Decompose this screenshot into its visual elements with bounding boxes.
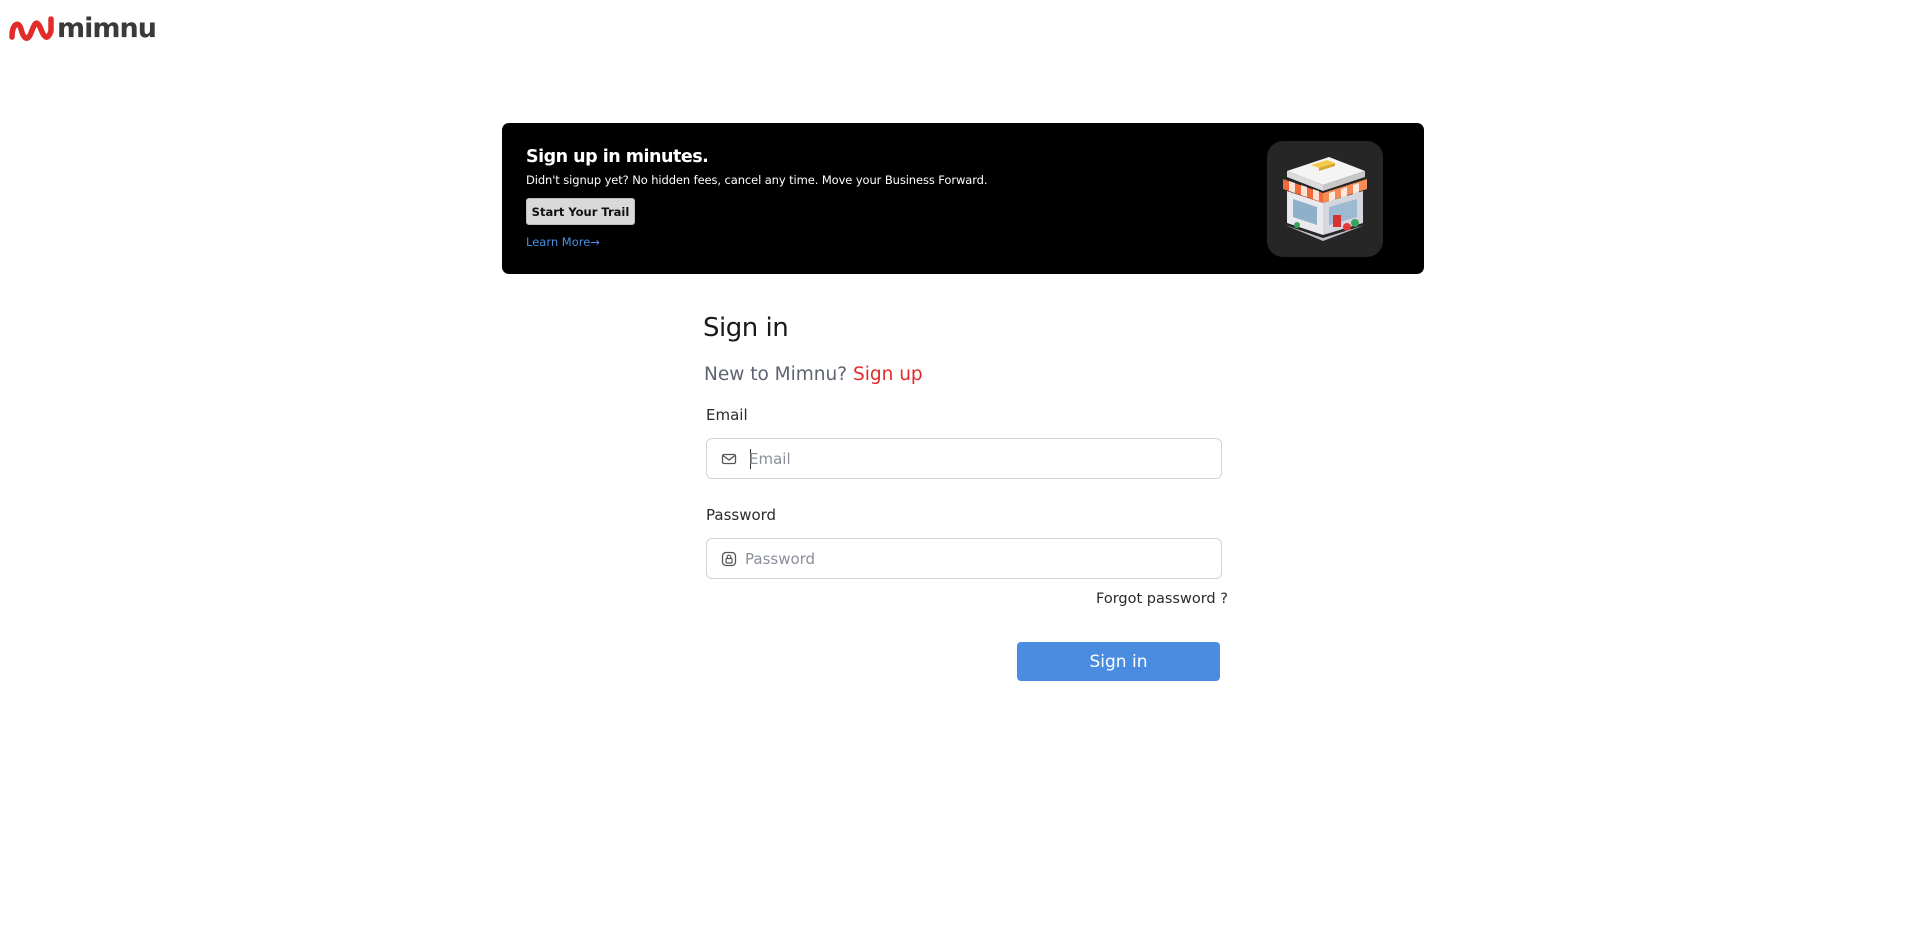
email-input[interactable] — [749, 439, 1209, 478]
sign-in-button[interactable]: Sign in — [1017, 642, 1220, 681]
new-user-text: New to Mimnu? — [704, 364, 848, 385]
start-trail-button[interactable]: Start Your Trail — [526, 198, 635, 225]
banner-subtitle: Didn't signup yet? No hidden fees, cance… — [526, 173, 988, 187]
brand-logo[interactable]: mimnu — [9, 12, 157, 47]
promo-banner: Sign up in minutes. Didn't signup yet? N… — [502, 123, 1424, 274]
lock-icon — [721, 551, 737, 567]
mimnu-logo-icon — [9, 16, 54, 41]
storefront-icon — [1267, 141, 1383, 257]
page-title: Sign in — [703, 313, 789, 343]
email-label: Email — [706, 406, 748, 424]
password-input[interactable] — [745, 539, 1205, 578]
signup-link[interactable]: Sign up — [853, 364, 923, 385]
email-field-container[interactable] — [706, 438, 1222, 479]
password-field-container[interactable] — [706, 538, 1222, 579]
brand-name: mimnu — [57, 12, 157, 44]
password-label: Password — [706, 506, 777, 524]
learn-more-link[interactable]: Learn More→ — [526, 235, 600, 249]
banner-title: Sign up in minutes. — [526, 147, 709, 167]
signup-prompt: New to Mimnu? Sign up — [704, 364, 923, 385]
forgot-password-link[interactable]: Forgot password ? — [1096, 591, 1228, 607]
mail-icon — [721, 453, 737, 465]
